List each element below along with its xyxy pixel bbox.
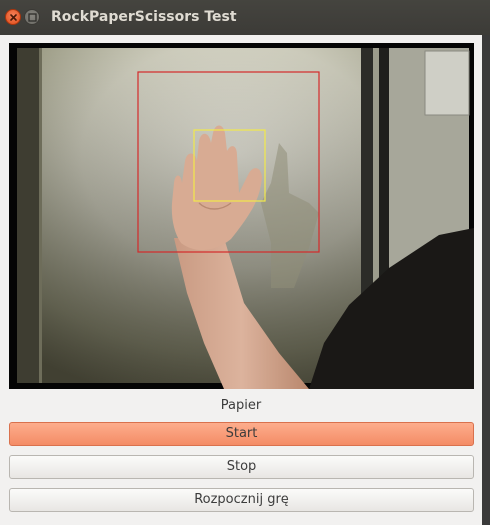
app-window: RockPaperScissors Test Papier Start Stop… — [0, 0, 490, 525]
close-icon — [10, 14, 17, 21]
minimize-icon — [28, 13, 37, 22]
gesture-result-label: Papier — [220, 398, 262, 413]
camera-image — [9, 43, 474, 389]
start-game-button[interactable]: Rozpocznij grę — [9, 488, 474, 512]
minimize-window-button[interactable] — [24, 9, 40, 25]
stop-button[interactable]: Stop — [9, 455, 474, 479]
camera-feed — [9, 43, 474, 389]
window-title: RockPaperScissors Test — [51, 9, 237, 25]
window-border — [482, 35, 490, 525]
title-bar: RockPaperScissors Test — [0, 0, 490, 35]
start-button[interactable]: Start — [9, 422, 474, 446]
close-window-button[interactable] — [5, 9, 21, 25]
